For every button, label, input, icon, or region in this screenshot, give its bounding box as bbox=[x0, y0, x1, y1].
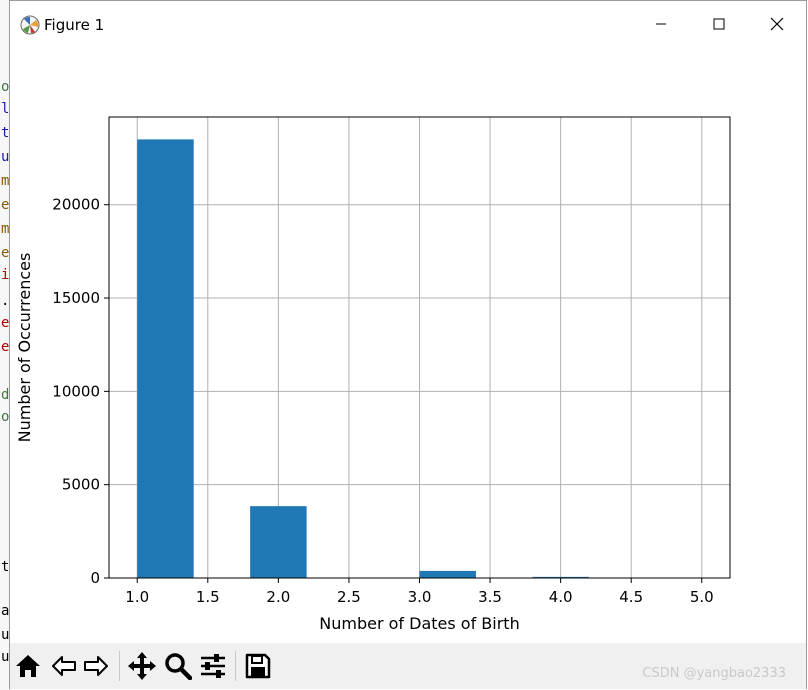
x-tick-label: 4.5 bbox=[619, 588, 643, 606]
x-tick-label: 2.5 bbox=[337, 588, 361, 606]
x-tick-label: 3.0 bbox=[408, 588, 432, 606]
y-axis-label: Number of Occurrences bbox=[15, 253, 34, 443]
x-tick-label: 2.0 bbox=[266, 588, 290, 606]
title-bar[interactable]: Figure 1 bbox=[10, 1, 806, 47]
home-icon bbox=[16, 655, 40, 677]
close-icon bbox=[770, 17, 784, 31]
figure-canvas[interactable]: 1.0 1.5 2.0 2.5 3.0 3.5 4.0 4.5 5.0 0 5000 10000 15… bbox=[10, 47, 806, 643]
matplotlib-icon bbox=[20, 15, 40, 35]
histogram-bar bbox=[250, 506, 307, 578]
y-axis-ticks: 0 5000 10000 15000 20000 bbox=[52, 196, 109, 587]
x-axis-ticks: 1.0 1.5 2.0 2.5 3.0 3.5 4.0 4.5 5.0 bbox=[125, 578, 714, 606]
save-button[interactable] bbox=[242, 650, 274, 682]
x-axis-label: Number of Dates of Birth bbox=[319, 614, 519, 633]
grid-lines bbox=[109, 117, 730, 579]
back-button[interactable] bbox=[48, 650, 80, 682]
configure-subplots-button[interactable] bbox=[197, 650, 229, 682]
x-tick-label: 1.5 bbox=[196, 588, 220, 606]
configure-subplots-icon bbox=[201, 654, 225, 678]
maximize-icon bbox=[713, 18, 725, 30]
save-icon bbox=[245, 653, 271, 679]
y-tick-label: 20000 bbox=[52, 196, 100, 214]
zoom-icon bbox=[165, 653, 192, 680]
y-tick-label: 5000 bbox=[62, 476, 100, 494]
back-arrow-icon bbox=[52, 656, 76, 676]
histogram-bar bbox=[419, 570, 476, 578]
forward-arrow-icon bbox=[84, 656, 108, 676]
zoom-button[interactable] bbox=[162, 650, 194, 682]
x-tick-label: 4.0 bbox=[549, 588, 573, 606]
home-button[interactable] bbox=[12, 650, 44, 682]
minimize-icon bbox=[656, 23, 666, 25]
watermark-text: CSDN @yangbao2333 bbox=[642, 666, 786, 681]
maximize-button[interactable] bbox=[690, 1, 748, 47]
pan-icon bbox=[128, 652, 156, 680]
histogram-bar bbox=[137, 139, 194, 578]
x-tick-label: 3.5 bbox=[478, 588, 502, 606]
forward-button[interactable] bbox=[80, 650, 112, 682]
figure-window: Figure 1 1.0 1.5 2.0 2.5 3.0 3.5 4.0 4.5 5.0 0 50… bbox=[9, 0, 807, 689]
x-tick-label: 5.0 bbox=[690, 588, 714, 606]
pan-button[interactable] bbox=[126, 650, 158, 682]
x-tick-label: 1.0 bbox=[125, 588, 149, 606]
y-tick-label: 0 bbox=[90, 569, 100, 587]
close-button[interactable] bbox=[748, 1, 806, 47]
histogram-chart: 1.0 1.5 2.0 2.5 3.0 3.5 4.0 4.5 5.0 0 5000 10000 15… bbox=[15, 116, 731, 633]
minimize-button[interactable] bbox=[632, 1, 690, 47]
y-tick-label: 10000 bbox=[52, 382, 100, 400]
toolbar-separator bbox=[119, 651, 120, 681]
window-title: Figure 1 bbox=[44, 16, 105, 34]
y-tick-label: 15000 bbox=[52, 289, 100, 307]
toolbar-separator bbox=[235, 651, 236, 681]
